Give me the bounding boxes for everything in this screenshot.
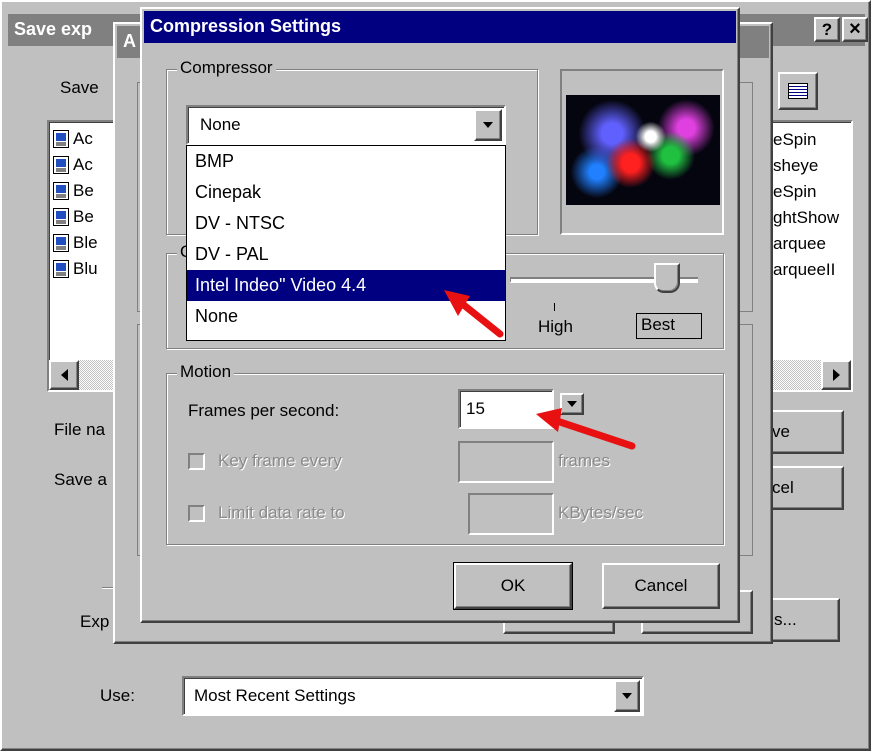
details-view-button[interactable] [778, 72, 818, 110]
datarate-checkbox[interactable] [188, 505, 205, 522]
fps-input[interactable]: 15 [458, 389, 554, 429]
list-item[interactable]: sheye [773, 156, 818, 176]
save-export-title: Save exp [14, 19, 93, 39]
datarate-label: Limit data rate to [218, 503, 345, 522]
chevron-down-icon[interactable] [614, 680, 640, 712]
list-item[interactable]: eSpin [773, 130, 816, 150]
video-file-icon [53, 182, 69, 200]
list-item[interactable]: Be [53, 180, 94, 202]
compressor-dropdown-list[interactable]: BMP Cinepak DV - NTSC DV - PAL Intel Ind… [186, 145, 506, 341]
use-label: Use: [100, 686, 135, 705]
help-button[interactable]: ? [814, 17, 840, 42]
chevron-down-icon [483, 122, 493, 128]
video-file-icon [53, 260, 69, 278]
quality-high-label: High [538, 317, 573, 336]
list-item[interactable]: arquee [773, 234, 826, 254]
compressor-legend: Compressor [177, 58, 276, 78]
save-in-label: Save [60, 78, 99, 97]
datarate-unit: KBytes/sec [558, 503, 644, 522]
dropdown-option-dv-pal[interactable]: DV - PAL [187, 239, 505, 270]
use-settings-select[interactable]: Most Recent Settings [182, 676, 644, 716]
dialog-cancel-button[interactable]: Cancel [602, 563, 720, 609]
list-item[interactable]: arqueeII [773, 260, 835, 280]
export-settings-title: A [123, 31, 136, 51]
scroll-left-button[interactable] [49, 360, 79, 390]
video-file-icon [53, 208, 69, 226]
list-item[interactable]: Ble [53, 232, 98, 254]
fps-value: 15 [466, 399, 485, 418]
list-item[interactable]: Ac [53, 154, 93, 176]
keyframe-input[interactable] [458, 441, 554, 483]
fps-label: Frames per second: [188, 401, 340, 420]
preview-image [566, 95, 720, 205]
quality-slider-thumb[interactable] [654, 263, 680, 293]
list-item[interactable]: Blu [53, 258, 98, 280]
motion-legend: Motion [177, 362, 235, 382]
quality-tick [554, 303, 555, 311]
dropdown-option-dv-ntsc[interactable]: DV - NTSC [187, 208, 505, 239]
video-file-icon [53, 234, 69, 252]
dropdown-option-intel-indeo[interactable]: Intel Indeo" Video 4.4 [187, 270, 505, 301]
keyframe-unit: frames [558, 451, 610, 470]
details-view-icon [788, 83, 808, 99]
close-icon: × [849, 18, 861, 40]
keyframe-checkbox[interactable] [188, 453, 205, 470]
quality-best-label: Best [636, 313, 702, 339]
datarate-input[interactable] [468, 493, 554, 535]
save-as-type-label: Save a [54, 470, 107, 489]
compressor-select[interactable]: None [186, 105, 506, 145]
list-item[interactable]: eSpin [773, 182, 816, 202]
arrow-right-icon [832, 369, 840, 381]
list-item[interactable]: Be [53, 206, 94, 228]
use-settings-value: Most Recent Settings [194, 686, 356, 705]
chevron-down-icon [567, 401, 577, 407]
compressor-dropdown-button[interactable] [474, 109, 502, 141]
dialog-titlebar: Compression Settings [144, 11, 736, 43]
scroll-right-button[interactable] [821, 360, 851, 390]
fps-dropdown-button[interactable] [560, 393, 584, 415]
file-name-label: File na [54, 420, 106, 439]
ok-button[interactable]: OK [453, 562, 573, 610]
dialog-title: Compression Settings [150, 16, 342, 36]
keyframe-label: Key frame every [218, 451, 342, 470]
dropdown-option-bmp[interactable]: BMP [187, 146, 505, 177]
close-button[interactable]: × [842, 17, 868, 42]
list-item[interactable]: Ac [53, 128, 93, 150]
list-item[interactable]: ghtShow [773, 208, 839, 228]
video-file-icon [53, 156, 69, 174]
compression-settings-dialog: Compression Settings Compressor Q High B… [140, 7, 740, 623]
video-file-icon [53, 130, 69, 148]
dropdown-option-cinepak[interactable]: Cinepak [187, 177, 505, 208]
dropdown-option-none[interactable]: None [187, 301, 505, 332]
export-label: Exp [80, 612, 110, 631]
arrow-left-icon [60, 369, 68, 381]
preview-frame [560, 69, 724, 235]
compressor-selected-value: None [200, 115, 241, 134]
